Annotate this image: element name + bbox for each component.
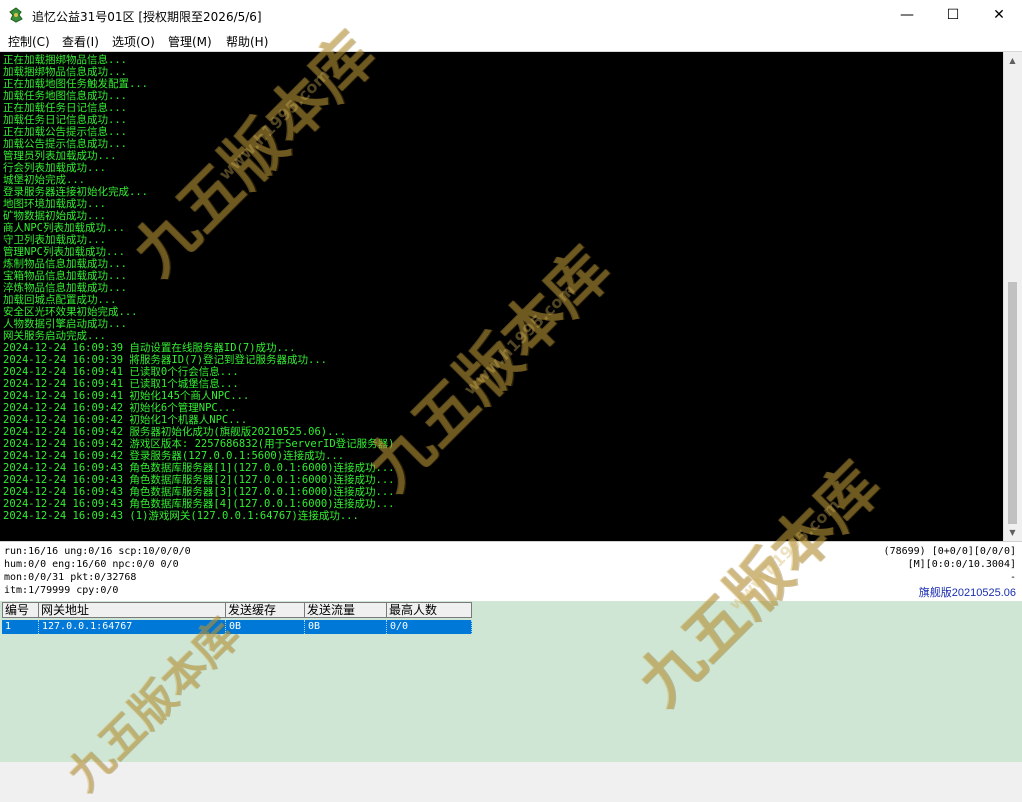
stat-itm: itm:1/79999 cpy:0/0: [4, 585, 119, 596]
log-line: 2024-12-24 16:09:42 登录服务器(127.0.0.1:5600…: [3, 450, 345, 462]
gateway-list-header: 编号 网关地址 发送缓存 发送流量 最高人数: [2, 602, 472, 618]
log-console[interactable]: 正在加载捆绑物品信息... 加载捆绑物品信息成功... 正在加载地图任务触发配置..…: [0, 52, 1003, 541]
column-header-id[interactable]: 编号: [2, 602, 39, 618]
column-header-max-users[interactable]: 最高人数: [387, 602, 472, 618]
log-line: 2024-12-24 16:09:43 角色数据库服务器[3](127.0.0.…: [3, 486, 395, 498]
log-scrollbar[interactable]: ▲ ▼: [1003, 52, 1021, 541]
log-line: 2024-12-24 16:09:39 自动设置在线服务器ID(7)成功...: [3, 342, 296, 354]
window-title: 追忆公益31号01区 [授权期限至2026/5/6]: [32, 10, 262, 24]
log-line: 2024-12-24 16:09:41 初始化145个商人NPC...: [3, 390, 250, 402]
log-line: 2024-12-24 16:09:41 已读取0个行会信息...: [3, 366, 239, 378]
table-row[interactable]: 1 127.0.0.1:64767 0B 0B 0/0: [2, 620, 472, 634]
log-line: 矿物数据初始成功...: [3, 210, 106, 222]
log-line: 加载任务地图信息成功...: [3, 90, 127, 102]
log-line: 网关服务启动完成...: [3, 330, 106, 342]
cell-send-traffic: 0B: [305, 620, 387, 634]
stat-run: run:16/16 ung:0/16 scp:10/0/0/0: [4, 546, 191, 557]
cell-id: 1: [2, 620, 39, 634]
cell-send-buffer: 0B: [226, 620, 305, 634]
log-line: 2024-12-24 16:09:43 角色数据库服务器[4](127.0.0.…: [3, 498, 395, 510]
log-line: 2024-12-24 16:09:42 游戏区版本: 2257686832(用于…: [3, 438, 395, 450]
log-line: 正在加载公告提示信息...: [3, 126, 127, 138]
minimize-button[interactable]: —: [884, 0, 930, 31]
log-line: 加载捆绑物品信息成功...: [3, 66, 127, 78]
log-line: 加载任务日记信息成功...: [3, 114, 127, 126]
cell-max-users: 0/0: [387, 620, 472, 634]
log-line: 加载回城点配置成功...: [3, 294, 117, 306]
stat-hum: hum:0/0 eng:16/60 npc:0/0 0/0: [4, 559, 179, 570]
log-line: 行会列表加载成功...: [3, 162, 106, 174]
log-line: 炼制物品信息加载成功...: [3, 258, 127, 270]
log-line: 淬炼物品信息加载成功...: [3, 282, 127, 294]
log-line: 正在加载捆绑物品信息...: [3, 54, 127, 66]
version-label: 旗舰版20210525.06: [918, 587, 1016, 599]
menu-view[interactable]: 查看(I): [62, 33, 99, 50]
menu-control[interactable]: 控制(C): [8, 33, 50, 50]
log-line: 地图环境加载成功...: [3, 198, 106, 210]
log-line: 人物数据引擎启动成功...: [3, 318, 127, 330]
log-line: 2024-12-24 16:09:41 已读取1个城堡信息...: [3, 378, 239, 390]
stat-memory: [M][0:0:0/10.3004]: [907, 559, 1016, 570]
menu-bar: 控制(C) 查看(I) 选项(O) 管理(M) 帮助(H): [0, 31, 1022, 51]
log-line: 2024-12-24 16:09:43 角色数据库服务器[1](127.0.0.…: [3, 462, 395, 474]
log-line: 正在加载任务日记信息...: [3, 102, 127, 114]
app-icon: [9, 7, 23, 23]
column-header-send-buffer[interactable]: 发送缓存: [226, 602, 305, 618]
cell-address: 127.0.0.1:64767: [39, 620, 226, 634]
column-header-address[interactable]: 网关地址: [39, 602, 226, 618]
title-bar: 追忆公益31号01区 [授权期限至2026/5/6] — ☐ ✕: [0, 0, 1022, 31]
log-line: 安全区光环效果初始完成...: [3, 306, 138, 318]
menu-manage[interactable]: 管理(M): [168, 33, 212, 50]
scroll-down-arrow-icon[interactable]: ▼: [1004, 524, 1021, 541]
close-button[interactable]: ✕: [976, 0, 1022, 31]
maximize-button[interactable]: ☐: [930, 0, 976, 31]
log-line: 加载公告提示信息成功...: [3, 138, 127, 150]
log-line: 城堡初始完成...: [3, 174, 85, 186]
log-line: 2024-12-24 16:09:42 初始化1个机器人NPC...: [3, 414, 248, 426]
log-line: 登录服务器连接初始化完成...: [3, 186, 148, 198]
column-header-send-traffic[interactable]: 发送流量: [305, 602, 387, 618]
log-line: 2024-12-24 16:09:39 將服务器ID(7)登记到登记服务器成功.…: [3, 354, 328, 366]
log-line: 守卫列表加载成功...: [3, 234, 106, 246]
stat-mon: mon:0/0/31 pkt:0/32768: [4, 572, 137, 583]
log-line: 宝箱物品信息加载成功...: [3, 270, 127, 282]
log-line: 2024-12-24 16:09:43 角色数据库服务器[2](127.0.0.…: [3, 474, 395, 486]
log-line: 2024-12-24 16:09:42 服务器初始化成功(旗舰版20210525…: [3, 426, 347, 438]
log-line: 2024-12-24 16:09:43 (1)游戏网关(127.0.0.1:64…: [3, 510, 359, 522]
menu-options[interactable]: 选项(O): [112, 33, 155, 50]
gateway-list[interactable]: 编号 网关地址 发送缓存 发送流量 最高人数 1 127.0.0.1:64767…: [0, 601, 1022, 762]
log-line: 管理NPC列表加载成功...: [3, 246, 125, 258]
stat-counter: (78699) [0+0/0][0/0/0]: [883, 546, 1016, 557]
menu-help[interactable]: 帮助(H): [226, 33, 268, 50]
log-line: 2024-12-24 16:09:42 初始化6个管理NPC...: [3, 402, 237, 414]
scroll-up-arrow-icon[interactable]: ▲: [1004, 52, 1021, 69]
log-line: 管理员列表加载成功...: [3, 150, 117, 162]
log-line: 商人NPC列表加载成功...: [3, 222, 125, 234]
scroll-thumb[interactable]: [1008, 282, 1017, 524]
stat-dash: -: [1009, 572, 1016, 583]
status-panel: run:16/16 ung:0/16 scp:10/0/0/0 hum:0/0 …: [0, 541, 1022, 602]
log-line: 正在加载地图任务触发配置...: [3, 78, 148, 90]
